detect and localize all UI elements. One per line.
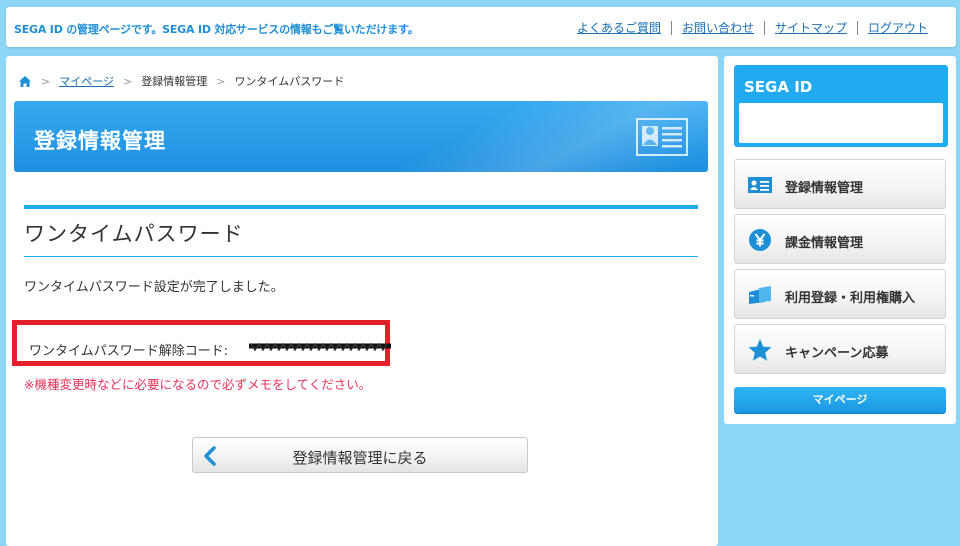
sega-id-info-box [739, 103, 943, 143]
id-card-icon [748, 177, 772, 193]
back-to-registration-button[interactable]: 登録情報管理に戻る [192, 437, 528, 473]
section-title: ワンタイムパスワード [24, 222, 244, 246]
page-title: 登録情報管理 [34, 129, 166, 153]
redacted-code [249, 342, 391, 352]
sidebar-item-billing[interactable]: 課金情報管理 [734, 214, 946, 264]
sitemap-link[interactable]: サイトマップ [763, 21, 857, 35]
completion-message: ワンタイムパスワード設定が完了しました。 [24, 280, 284, 295]
sidebar-item-label: キャンペーン応募 [785, 346, 889, 361]
sega-id-panel: SEGA ID [734, 65, 948, 147]
sidebar-item-registration[interactable]: 登録情報管理 [734, 159, 946, 209]
breadcrumb: > マイページ > 登録情報管理 > ワンタイムパスワード [18, 73, 344, 89]
sidebar-item-label: 利用登録・利用権購入 [785, 291, 916, 306]
id-card-icon [636, 118, 688, 156]
recovery-code-label: ワンタイムパスワード解除コード: [29, 344, 229, 359]
section-divider-bottom [24, 256, 698, 257]
logout-link[interactable]: ログアウト [856, 21, 938, 35]
ticket-icon [749, 286, 771, 304]
sidebar-item-campaign[interactable]: キャンペーン応募 [734, 324, 946, 374]
memo-warning: ※機種変更時などに必要になるので必ずメモをしてください。 [24, 377, 372, 392]
recovery-code-highlight: ワンタイムパスワード解除コード: [12, 320, 391, 366]
top-links: よくあるご質問 お問い合わせ サイトマップ ログアウト [567, 21, 938, 35]
chevron-right-icon: > [123, 74, 133, 88]
sidebar-item-purchase[interactable]: 利用登録・利用権購入 [734, 269, 946, 319]
sega-id-heading: SEGA ID [744, 78, 813, 96]
star-icon [748, 339, 772, 361]
sidebar-item-label: 課金情報管理 [785, 236, 864, 251]
back-button-label: 登録情報管理に戻る [292, 449, 428, 467]
breadcrumb-registration: 登録情報管理 [141, 75, 208, 88]
chevron-right-icon: > [41, 74, 51, 88]
top-bar: SEGA ID の管理ページです。SEGA ID 対応サービスの情報もご覧いただ… [6, 7, 956, 47]
breadcrumb-current: ワンタイムパスワード [234, 75, 345, 88]
chevron-right-icon: > [216, 74, 226, 88]
section-divider-top [24, 205, 698, 209]
mypage-button[interactable]: マイページ [734, 387, 946, 413]
sidebar-item-label: 登録情報管理 [785, 181, 864, 196]
main-content: > マイページ > 登録情報管理 > ワンタイムパスワード 登録情報管理 ワンタ… [6, 56, 718, 546]
contact-link[interactable]: お問い合わせ [670, 21, 764, 35]
yen-icon [749, 229, 771, 251]
site-notice: SEGA ID の管理ページです。SEGA ID 対応サービスの情報もご覧いただ… [14, 23, 419, 36]
faq-link[interactable]: よくあるご質問 [567, 21, 671, 35]
page-banner: 登録情報管理 [14, 101, 708, 172]
breadcrumb-mypage[interactable]: マイページ [59, 73, 114, 89]
home-icon[interactable] [18, 75, 32, 88]
sidebar: SEGA ID 登録情報管理 課金情報管理 利用登録・利用権購入 キャンペーン応… [724, 56, 956, 424]
